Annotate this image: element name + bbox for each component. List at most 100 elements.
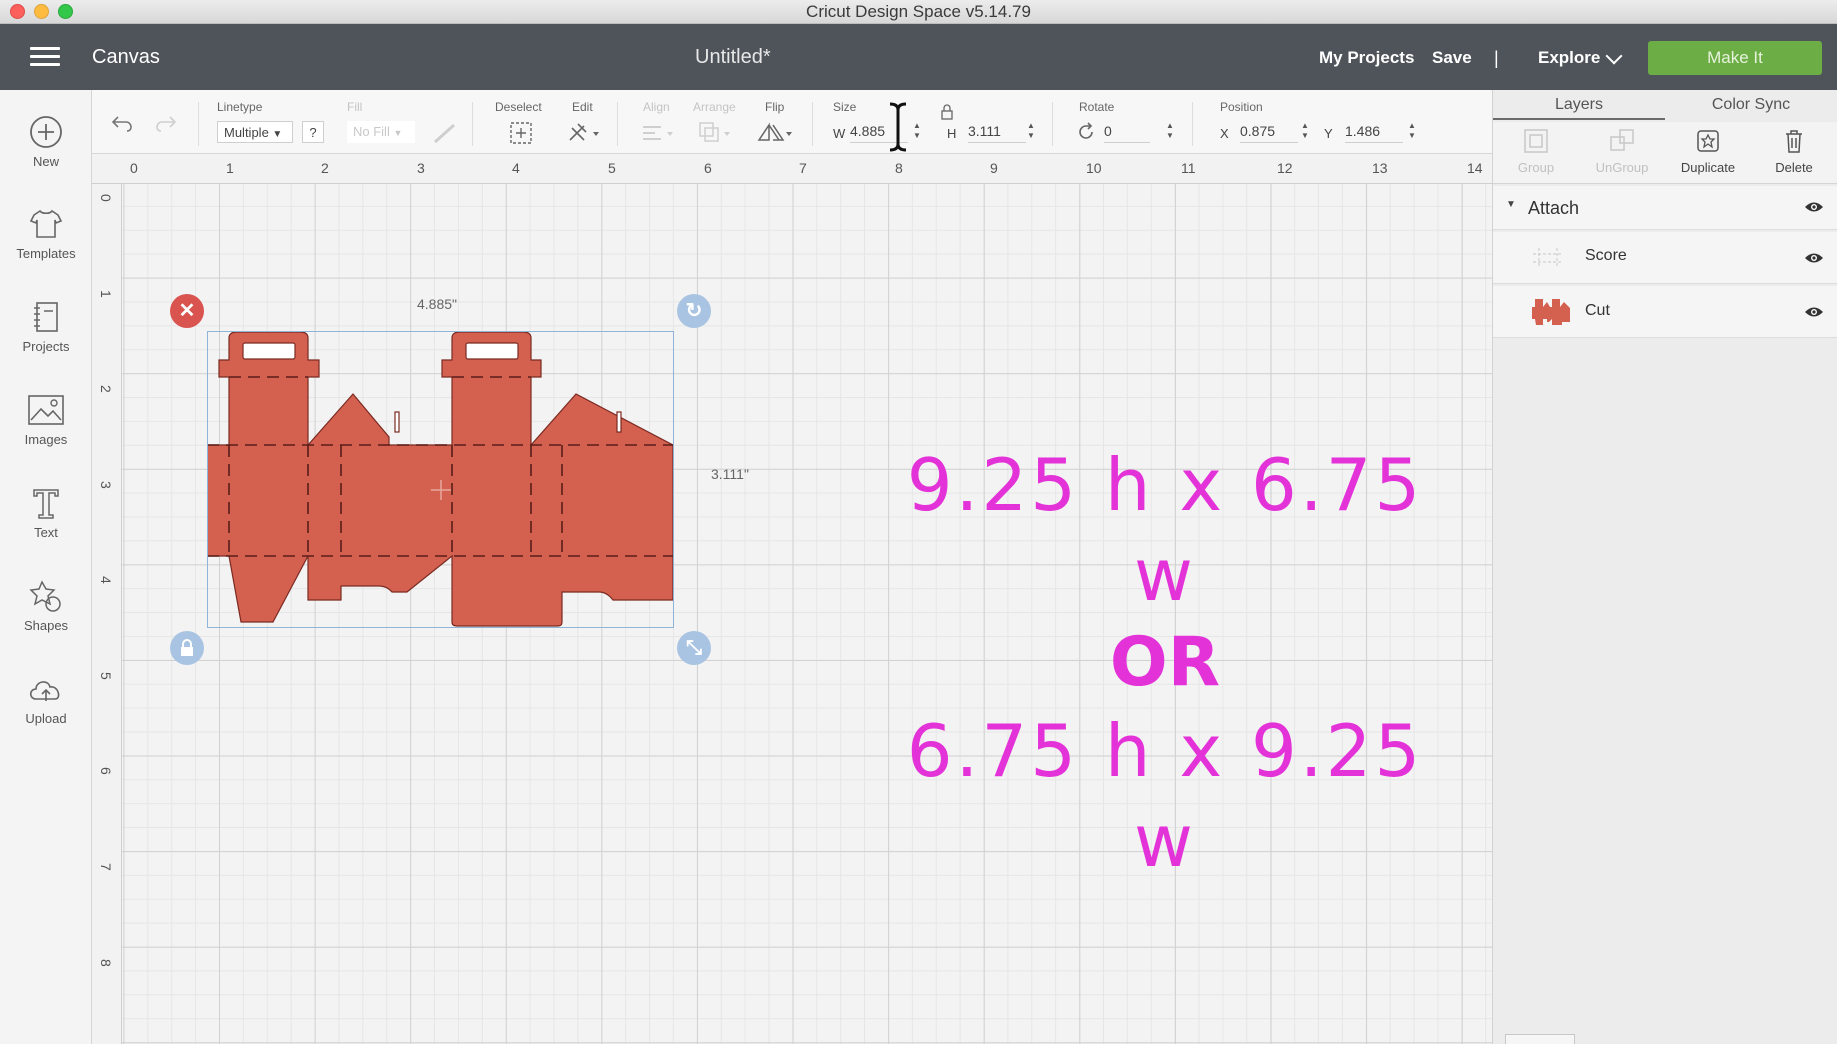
tab-color-sync[interactable]: Color Sync <box>1665 90 1837 120</box>
ruler-vertical: 0 1 2 3 4 5 6 7 8 <box>92 184 122 1044</box>
group-icon <box>1524 129 1548 153</box>
ruler-tick-label: 0 <box>130 160 138 176</box>
save-link[interactable]: Save <box>1432 48 1472 68</box>
chevron-down-icon[interactable] <box>1605 47 1623 65</box>
rotate-handle-icon[interactable]: ↻ <box>677 294 711 328</box>
visibility-eye-icon[interactable] <box>1804 251 1824 265</box>
ruler-tick-label: 14 <box>1467 160 1483 176</box>
my-projects-link[interactable]: My Projects <box>1319 48 1414 68</box>
collapse-caret-icon[interactable]: ▼ <box>1506 199 1516 210</box>
toolbar-divider <box>472 102 473 146</box>
align-icon[interactable] <box>640 120 676 146</box>
group-button[interactable]: Group <box>1493 128 1579 175</box>
sidebar-item-label: Images <box>24 432 68 447</box>
sidebar-item-images[interactable]: Images <box>0 392 92 472</box>
toolbar-divider <box>1192 102 1193 146</box>
caret-down-icon: ▼ <box>272 129 283 140</box>
document-title[interactable]: Untitled* <box>695 46 771 69</box>
make-it-button[interactable]: Make It <box>1648 41 1822 75</box>
deselect-icon[interactable] <box>508 120 534 146</box>
duplicate-icon <box>1697 130 1719 152</box>
visibility-eye-icon[interactable] <box>1804 200 1824 214</box>
lock-icon[interactable] <box>940 104 954 120</box>
attach-group-row[interactable]: ▼ Attach <box>1493 186 1837 230</box>
ungroup-button[interactable]: UnGroup <box>1579 128 1665 175</box>
linetype-help-button[interactable]: ? <box>302 121 324 143</box>
arrange-icon[interactable] <box>697 120 733 146</box>
hamburger-menu-icon[interactable] <box>30 47 60 67</box>
fill-pen-icon <box>433 123 456 144</box>
sidebar-item-label: New <box>32 154 59 169</box>
height-dimension-label: 3.111" <box>711 466 749 482</box>
position-label: Position <box>1220 100 1263 114</box>
tab-layers[interactable]: Layers <box>1493 90 1665 120</box>
dimension-annotation: 9.25 h x 6.75 w OR 6.75 h x 9.25 w <box>865 440 1465 886</box>
text-T-icon <box>33 489 59 519</box>
ruler-tick-label: 11 <box>1181 160 1196 176</box>
ruler-tick-label: 7 <box>799 160 807 176</box>
height-input[interactable]: 3.111 <box>968 121 1026 143</box>
app-header: Canvas Untitled* My Projects Save | Expl… <box>0 24 1837 90</box>
explore-dropdown[interactable]: Explore <box>1538 48 1600 68</box>
visibility-eye-icon[interactable] <box>1804 305 1824 319</box>
undo-icon[interactable] <box>110 114 136 134</box>
rotate-input[interactable]: 0 <box>1104 121 1150 143</box>
selection-bounding-box[interactable] <box>207 331 674 628</box>
size-label: Size <box>833 100 857 114</box>
edit-tools-icon[interactable] <box>566 120 602 146</box>
y-label: Y <box>1324 126 1333 141</box>
y-position-input[interactable]: 1.486 <box>1345 121 1403 143</box>
sidebar-item-projects[interactable]: Projects <box>0 299 92 379</box>
sidebar-item-text[interactable]: Text <box>0 485 92 565</box>
window-titlebar: Cricut Design Space v5.14.79 <box>0 0 1837 24</box>
shapes-icon <box>29 580 61 612</box>
sidebar-item-templates[interactable]: Templates <box>0 206 92 286</box>
ruler-tick-label: 8 <box>895 160 903 176</box>
panel-bottom-control[interactable] <box>1505 1034 1575 1044</box>
ruler-tick-label: 8 <box>98 959 114 967</box>
section-title: Canvas <box>92 46 160 68</box>
linetype-select[interactable]: Multiple ▼ <box>217 121 293 143</box>
rotate-label: Rotate <box>1079 100 1115 114</box>
scale-handle-icon[interactable]: ⤡ <box>677 631 711 665</box>
cloud-upload-icon <box>29 681 60 701</box>
delete-handle-icon[interactable]: ✕ <box>170 294 204 328</box>
duplicate-button[interactable]: Duplicate <box>1665 128 1751 175</box>
ruler-horizontal: 0 1 2 3 4 5 6 7 8 9 10 11 12 13 14 <box>92 154 1492 184</box>
ruler-tick-label: 1 <box>226 160 234 176</box>
rotate-stepper[interactable]: ▲ ▼ <box>1165 121 1175 143</box>
toolbar-divider <box>1052 102 1053 146</box>
lock-handle-icon[interactable] <box>170 631 204 665</box>
y-stepper[interactable]: ▲ ▼ <box>1407 121 1417 143</box>
redo-icon[interactable] <box>152 114 178 134</box>
layer-row-score[interactable]: Score <box>1493 232 1837 284</box>
x-stepper[interactable]: ▲ ▼ <box>1300 121 1310 143</box>
width-label: W <box>833 126 846 141</box>
image-icon <box>28 395 64 425</box>
sidebar-item-upload[interactable]: Upload <box>0 671 92 751</box>
sidebar-item-label: Shapes <box>23 618 69 633</box>
sidebar-item-new[interactable]: New <box>0 114 92 194</box>
toolbar-divider <box>198 102 199 146</box>
sidebar-item-shapes[interactable]: Shapes <box>0 578 92 658</box>
fill-value: No Fill <box>353 124 390 139</box>
fill-select[interactable]: No Fill ▼ <box>347 121 415 143</box>
trash-icon <box>1786 130 1802 153</box>
x-position-input[interactable]: 0.875 <box>1240 121 1298 143</box>
sidebar-item-label: Projects <box>22 339 70 354</box>
delete-button[interactable]: Delete <box>1751 128 1837 175</box>
flip-icon[interactable] <box>756 120 794 146</box>
toolbar-divider <box>812 102 813 146</box>
height-stepper[interactable]: ▲ ▼ <box>1026 121 1036 143</box>
ungroup-icon <box>1610 129 1634 151</box>
annotation-or: OR <box>1109 623 1221 702</box>
flip-label: Flip <box>765 100 785 114</box>
layer-name: Cut <box>1585 302 1610 319</box>
layer-tools: Group UnGroup Duplicate Delete <box>1493 122 1837 184</box>
deselect-label: Deselect <box>495 100 542 114</box>
align-label: Align <box>643 100 670 114</box>
layer-name: Score <box>1585 247 1627 264</box>
width-stepper[interactable]: ▲ ▼ <box>912 121 922 143</box>
layer-row-cut[interactable]: Cut <box>1493 286 1837 338</box>
score-thumbnail-icon <box>1533 248 1563 268</box>
